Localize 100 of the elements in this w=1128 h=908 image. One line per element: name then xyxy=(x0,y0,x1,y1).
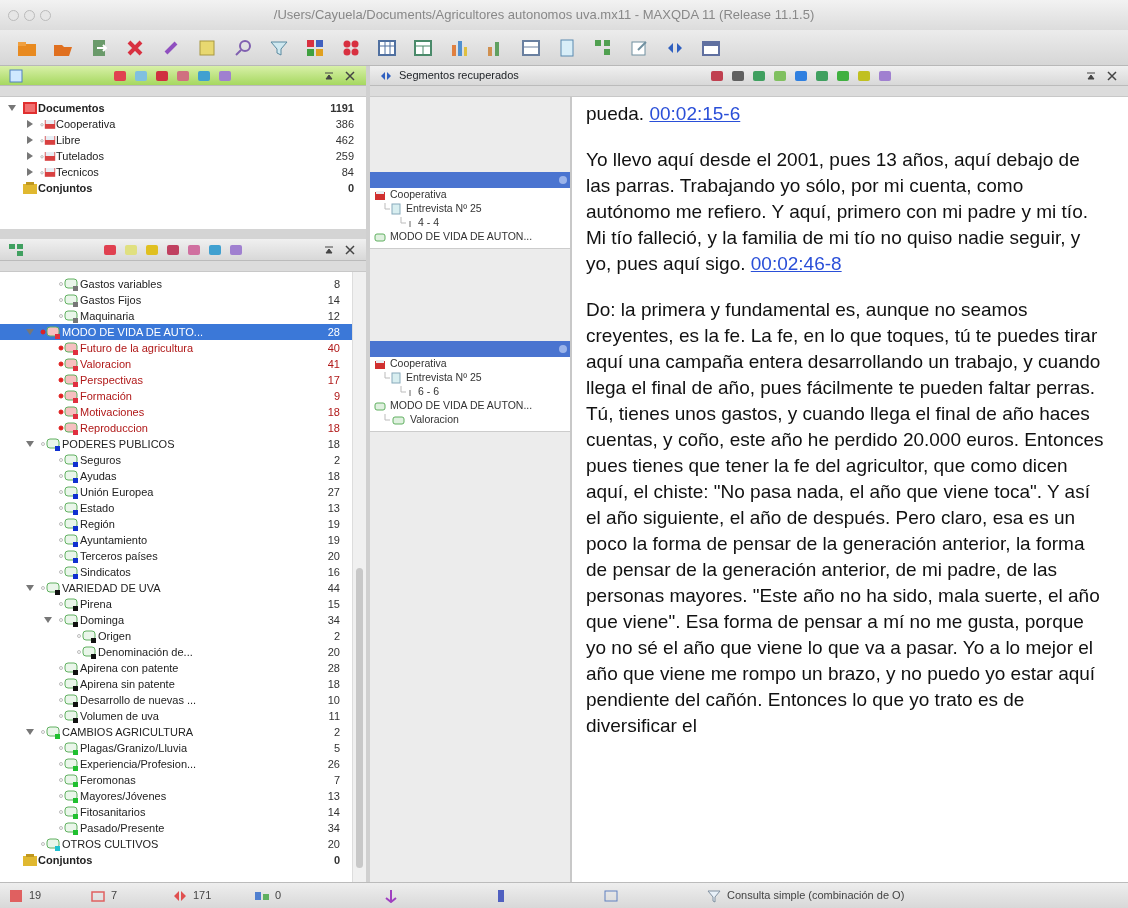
query-status: Consulta simple (combinación de O) xyxy=(727,888,905,904)
transcript-paragraph: Yo llevo aquí desde el 2001, pues 13 años, aquí debajo de las parras. Trabajando yo sólo, por mi cuenta, como autónomo me refiero. Y aquí, primero con mi padre y mi tío. Mi tío falleció, y la familia de mi tío no quiso nadie seguir, y yo, pues aquí sigo. 00:02:46-8 xyxy=(586,148,1089,276)
collapse-arrow-icon[interactable] xyxy=(26,728,34,736)
code-item[interactable]: Gastos variables xyxy=(80,275,162,293)
option-icon[interactable] xyxy=(559,345,567,353)
count: 18 xyxy=(327,676,340,692)
scrollbar[interactable] xyxy=(352,272,366,882)
collapse-arrow-icon[interactable] xyxy=(26,440,34,448)
count: 18 xyxy=(327,404,340,420)
code-item[interactable]: Región xyxy=(80,515,115,533)
count: 2 xyxy=(333,628,340,644)
count: 40 xyxy=(327,340,340,356)
status-count: 0 xyxy=(275,888,282,904)
count: 26 xyxy=(327,756,340,772)
count: 18 xyxy=(327,468,340,484)
document-icon xyxy=(384,372,402,384)
count: 41 xyxy=(327,356,340,372)
count: 7 xyxy=(333,772,340,788)
code-item[interactable]: Seguros xyxy=(80,451,121,469)
memos-icon xyxy=(90,888,106,903)
code-item[interactable]: Ayuntamiento xyxy=(80,531,148,549)
count: 11 xyxy=(328,708,340,724)
status-count: 19 xyxy=(29,888,42,904)
code-item[interactable]: OTROS CULTIVOS xyxy=(62,835,159,853)
code-item[interactable]: Pirena xyxy=(80,595,112,613)
count: 13 xyxy=(327,500,340,516)
code-item[interactable]: Valoracion xyxy=(80,355,132,373)
count: 28 xyxy=(327,660,340,676)
count: 14 xyxy=(327,804,340,820)
count: 20 xyxy=(327,644,340,660)
code-item[interactable]: CAMBIOS AGRICULTURA xyxy=(62,723,194,741)
expand-arrow-icon[interactable] xyxy=(26,168,34,176)
timestamp-link[interactable]: 00:02:46-8 xyxy=(750,253,842,274)
segment-range: 4 - 4 xyxy=(418,215,439,231)
document-system-icon xyxy=(8,67,24,84)
timestamp-link[interactable]: 00:02:15-6 xyxy=(649,103,741,124)
count: 0 xyxy=(333,852,340,868)
code-item[interactable]: Fitosanitarios xyxy=(80,803,146,821)
code-item[interactable]: Feromonas xyxy=(80,771,136,789)
code-item[interactable]: Motivaciones xyxy=(80,403,145,421)
anchor-icon[interactable] xyxy=(383,888,399,903)
code-item[interactable]: Reproduccion xyxy=(80,419,148,437)
code-item[interactable]: VARIEDAD DE UVA xyxy=(62,579,161,597)
expand-arrow-icon[interactable] xyxy=(26,152,34,160)
code-item[interactable]: Formación xyxy=(80,387,132,405)
code-item[interactable]: Denominación de... xyxy=(98,643,193,661)
code-item[interactable]: Origen xyxy=(98,627,132,645)
code-item[interactable]: Estado xyxy=(80,499,115,517)
collapse-arrow-icon[interactable] xyxy=(44,616,52,624)
code-item[interactable]: Unión Europea xyxy=(80,483,154,501)
collapse-arrow-icon[interactable] xyxy=(26,584,34,592)
transcript-paragraph: Do: la primera y fundamental es, aunque no seamos creyentes, es la fe. La fe, en lo que toques, tú te puedes tirar aquí una campaña entera desarrollando un trabajo, y cuando llega el final de año, pues fácilmente te pueden faltar perras. Tú, tienes unos gastos, y cuando llega el final de año haces cuentas, y coño, este año he perdido 20.000 euros. Entonces pues tienes que tener la fe del agricultor, que como dicen aquí, el chiste: "No pasa nada, el año que viene toca". Y así el año siguiente, el año de después. Pero claro, esa es un poco la forma de pensar de la generación anterior, la forma de pensar de la generación anterior, de mi padre, de las personas mayores. "Este año no ha sido, mala suerte, el año que viene". Esa forma de pensar a mí no me gusta, porque yo no sé el año que viene lo que va a pasar. Yo a lo mejor el año que viene me rompo un brazo, y no puedo yo estar aquí pendiente del cañón. Entonces lo que yo trato es de diversificar el xyxy=(586,298,1104,738)
status-count: 7 xyxy=(111,888,118,904)
segment-label: Cooperativa xyxy=(390,187,447,203)
collapse-arrow-icon[interactable] xyxy=(8,104,16,112)
option-icon[interactable] xyxy=(559,176,567,184)
code-item[interactable]: Mayores/Jóvenes xyxy=(80,787,167,805)
tree-item[interactable]: Tutelados xyxy=(56,147,104,165)
count: 19 xyxy=(327,516,340,532)
code-item[interactable]: Plagas/Granizo/Lluvia xyxy=(80,739,187,757)
count: 13 xyxy=(327,788,340,804)
code-item[interactable]: Apirena sin patente xyxy=(80,675,175,693)
segment-card[interactable]: Cooperativa Entrevista Nº 25 4 - 4 MODO DE VIDA DE AUTON... xyxy=(370,172,570,249)
segment-card[interactable]: Cooperativa Entrevista Nº 25 6 - 6 MODO DE VIDA DE AUTON... Valoracion xyxy=(370,341,570,432)
count: 19 xyxy=(327,532,340,548)
code-item[interactable]: Volumen de uva xyxy=(80,707,159,725)
selected-row[interactable]: MODO DE VIDA DE AUTO... 28 xyxy=(0,324,352,340)
window-title: /Users/Cayuela/Documents/Agricultores autonomos uva.mx11 - MAXQDA 11 (Release 11.1.5) xyxy=(273,7,815,23)
count: 8 xyxy=(333,276,340,292)
segment-label: Entrevista Nº 25 xyxy=(406,370,482,386)
tree-item[interactable]: Documentos xyxy=(38,99,105,117)
code-item[interactable]: Maquinaria xyxy=(80,307,135,325)
code-item[interactable]: Apirena con patente xyxy=(80,659,179,677)
code-item[interactable]: Sindicatos xyxy=(80,563,131,581)
code-item[interactable]: Ayudas xyxy=(80,467,117,485)
code-item[interactable]: Experiencia/Profesion... xyxy=(80,755,197,773)
count: 17 xyxy=(327,372,340,388)
code-item[interactable]: Desarrollo de nuevas ... xyxy=(80,691,197,709)
window-icon[interactable] xyxy=(603,888,619,903)
status-count: 171 xyxy=(193,888,212,904)
document-group-icon xyxy=(374,189,386,201)
count: 0 xyxy=(347,180,354,196)
count: 34 xyxy=(327,612,340,628)
code-item[interactable]: Gastos Fijos xyxy=(80,291,142,309)
code-item[interactable]: Dominga xyxy=(80,611,125,629)
tree-item[interactable]: Tecnicos xyxy=(56,163,99,181)
tree-item[interactable]: Cooperativa xyxy=(56,115,116,133)
expand-arrow-icon[interactable] xyxy=(26,120,34,128)
code-item[interactable]: Perspectivas xyxy=(80,371,143,389)
code-item[interactable]: Futuro de la agricultura xyxy=(80,339,194,357)
code-item[interactable]: PODERES PUBLICOS xyxy=(62,435,175,453)
tree-item[interactable]: Libre xyxy=(56,131,81,149)
code-item[interactable]: MODO DE VIDA DE AUTO... xyxy=(62,323,203,341)
count: 1191 xyxy=(330,100,354,116)
count: 20 xyxy=(327,548,340,564)
tree-item[interactable]: Conjuntos xyxy=(38,179,93,197)
code-item[interactable]: Terceros países xyxy=(80,547,158,565)
expand-arrow-icon[interactable] xyxy=(26,136,34,144)
code-item[interactable]: Pasado/Presente xyxy=(80,819,165,837)
tree-item[interactable]: Conjuntos xyxy=(38,851,93,869)
